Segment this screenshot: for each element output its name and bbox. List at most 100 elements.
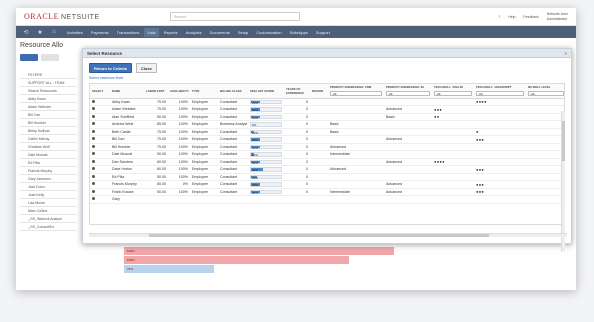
select-icon[interactable] <box>92 137 95 141</box>
allocation-bar[interactable]: 100% <box>124 247 394 255</box>
vertical-scrollbar[interactable] <box>561 111 565 252</box>
column-filter-dropdown[interactable]: -All- <box>528 91 564 96</box>
nav-item-lists[interactable]: Lists <box>144 27 159 37</box>
nav-item-support[interactable]: Support <box>313 28 333 37</box>
table-row[interactable]: Ed Pilia 50.00 100% Employee Consultant 20% 0 <box>90 173 564 181</box>
column-header[interactable]: Type <box>190 84 218 99</box>
list-item[interactable]: _GS_Warlock Analyst <box>20 215 76 223</box>
column-header[interactable]: Region <box>310 84 328 99</box>
nav-item-transactions[interactable]: Transactions <box>114 28 143 37</box>
table-row[interactable]: Abby Kwan 75.00 100% Employee Consultant 29% 0… <box>90 98 564 106</box>
nav-item-analytics[interactable]: Analytics <box>183 28 205 37</box>
account-menu[interactable]: Netsuite User Administrator <box>547 12 568 21</box>
feedback-link[interactable]: Feedback <box>523 15 538 19</box>
select-icon[interactable] <box>92 174 95 178</box>
table-row[interactable]: Frank Krause 50.00 100% Employee Consultant 3… <box>90 188 564 196</box>
select-cell[interactable] <box>90 113 110 121</box>
list-item[interactable]: Abby Kwan <box>20 95 76 103</box>
select-cell[interactable] <box>90 180 110 189</box>
column-header[interactable]: Select <box>90 84 110 99</box>
column-filter-dropdown[interactable]: -All- <box>386 91 430 96</box>
column-filter-dropdown[interactable]: -All- <box>330 91 382 96</box>
primary-button[interactable] <box>20 54 38 61</box>
select-icon[interactable] <box>92 107 95 111</box>
select-cell[interactable] <box>90 105 110 114</box>
back-icon[interactable]: ⟲ <box>22 29 30 36</box>
table-row[interactable]: Bill Carr 75.00 100% Employee Consultant 30% 0… <box>90 135 564 144</box>
nav-item-payments[interactable]: Payments <box>88 28 112 37</box>
column-header[interactable]: Name <box>110 84 144 99</box>
table-row[interactable]: Dale Muscat 50.00 100% Employee Consultant 10… <box>90 150 564 159</box>
select-cell[interactable] <box>90 128 110 136</box>
column-header[interactable]: Availability <box>168 84 190 99</box>
list-item[interactable]: Christian Wolf <box>20 143 76 151</box>
help-link[interactable]: Help <box>508 15 515 19</box>
list-item[interactable]: Bill Humber <box>20 119 76 127</box>
help-icon[interactable]: ? <box>498 15 500 19</box>
nav-item-suiteapps[interactable]: SuiteApps <box>287 28 311 37</box>
list-item[interactable]: Adam Webster <box>20 103 76 111</box>
secondary-button[interactable] <box>41 54 59 61</box>
global-search-input[interactable]: Search <box>169 12 300 21</box>
select-cell[interactable] <box>90 150 110 159</box>
select-icon[interactable] <box>92 189 95 193</box>
horizontal-scrollbar[interactable] <box>89 233 567 237</box>
column-header[interactable]: Labor Cost <box>144 84 168 99</box>
list-item[interactable]: _GS_ConsultSvr <box>20 223 76 231</box>
star-icon[interactable]: ★ <box>36 29 44 36</box>
table-row[interactable]: Beth Castle 75.00 100% Employee Consultant 10… <box>90 128 564 136</box>
allocation-bar[interactable]: 100% <box>124 256 349 264</box>
table-row[interactable]: Gary <box>90 195 564 204</box>
column-header[interactable]: Product Knowledge: BI -All- <box>384 84 432 99</box>
select-icon[interactable] <box>92 182 95 186</box>
nav-item-documents[interactable]: Documents <box>207 28 233 37</box>
list-item[interactable]: Gary Jameson <box>20 175 76 183</box>
select-cell[interactable] <box>90 98 110 106</box>
column-header[interactable]: Skillset Score <box>248 84 284 99</box>
select-icon[interactable] <box>92 159 95 163</box>
column-filter-dropdown[interactable]: -All- <box>434 91 472 96</box>
select-cell[interactable] <box>90 188 110 196</box>
list-item[interactable]: Joan Kelly <box>20 191 76 199</box>
select-icon[interactable] <box>92 152 95 156</box>
select-icon[interactable] <box>92 167 95 171</box>
list-item[interactable]: Ed Pilia <box>20 159 76 167</box>
table-row[interactable]: Dave Horton 60.00 100% Employee Consultant 40… <box>90 165 564 174</box>
select-icon[interactable] <box>92 122 95 126</box>
return-to-criteria-button[interactable]: Return to Criteria <box>89 63 132 73</box>
allocation-bar[interactable]: 75% <box>124 265 214 273</box>
table-row[interactable]: Dan Sanders 60.00 100% Employee Consultant 30… <box>90 158 564 166</box>
select-icon[interactable] <box>92 99 95 103</box>
logo[interactable]: ORACLE NETSUITE <box>24 12 100 21</box>
close-icon[interactable]: × <box>564 51 567 56</box>
column-header[interactable]: Tech Skill: JavaScript -All- <box>474 84 526 99</box>
nav-item-setup[interactable]: Setup <box>235 28 251 37</box>
list-item[interactable]: Bill Carr <box>20 111 76 119</box>
select-icon[interactable] <box>92 144 95 148</box>
list-item[interactable]: Caitlin McKay <box>20 135 76 143</box>
select-icon[interactable] <box>92 197 95 201</box>
list-item[interactable]: Marc Collins <box>20 207 76 215</box>
table-row[interactable]: Francis Murphy 80.00 0% Employee Consultant 3… <box>90 180 564 189</box>
column-header[interactable]: Tech Skill: Java BI -All- <box>432 84 474 99</box>
select-cell[interactable] <box>90 158 110 166</box>
table-row[interactable]: Adam Webster 75.00 100% Employee Consultant 3… <box>90 105 564 114</box>
column-header[interactable]: Years of Experience <box>284 84 310 99</box>
list-item[interactable]: Jack Dunn <box>20 183 76 191</box>
select-cell[interactable] <box>90 135 110 144</box>
list-item[interactable]: Lisa Morse <box>20 199 76 207</box>
select-cell[interactable] <box>90 143 110 151</box>
column-header[interactable]: Product Knowledge: CRM -All- <box>328 84 384 99</box>
column-header[interactable]: NS Skill Level -All- <box>526 84 564 99</box>
select-icon[interactable] <box>92 114 95 118</box>
select-cell[interactable] <box>90 165 110 174</box>
select-icon[interactable] <box>92 129 95 133</box>
close-button[interactable]: Close <box>135 63 157 73</box>
list-item[interactable]: Francis Murphy <box>20 167 76 175</box>
column-filter-dropdown[interactable]: -All- <box>476 91 524 96</box>
select-maximum-link[interactable]: Select maximum level. <box>83 75 571 83</box>
home-icon[interactable]: ⌂ <box>50 29 58 35</box>
table-row[interactable]: Andrew West 85.00 100% Employee Business Ana… <box>90 120 564 129</box>
nav-item-reports[interactable]: Reports <box>161 28 181 37</box>
select-cell[interactable] <box>90 195 110 204</box>
